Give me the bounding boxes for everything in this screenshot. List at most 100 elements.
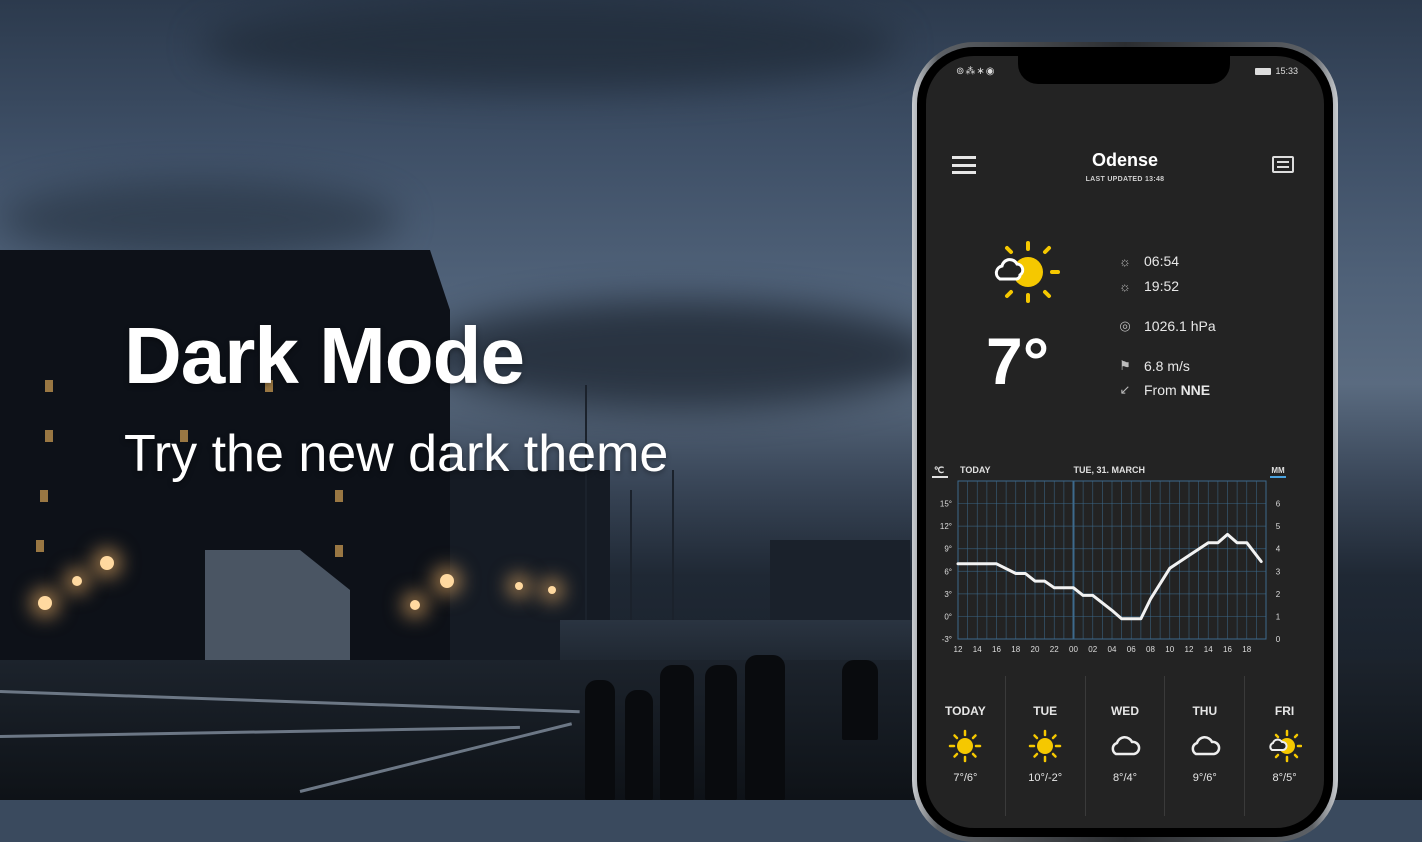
street-lamp <box>72 576 82 586</box>
pressure-value: 1026.1 hPa <box>1144 318 1216 334</box>
wind-direction-row: ↙ From NNE <box>1116 382 1211 398</box>
app-screen: ⊚⁂∗◉ 15:33 Odense LAST UPDATED 13:48 7° <box>926 56 1324 828</box>
street-lamp <box>100 556 114 570</box>
y-left-tick: 12° <box>940 522 952 531</box>
person-silhouette <box>842 660 878 740</box>
forecast-day-name: THU <box>1192 704 1218 718</box>
y-left-tick: -3° <box>942 635 952 644</box>
status-right: 15:33 <box>1255 66 1298 76</box>
sunset-icon: ☼ <box>1119 278 1131 294</box>
chart-label-today: TODAY <box>960 465 991 475</box>
forecast-day[interactable]: TODAY 7°/6° <box>926 676 1005 816</box>
partly-sunny-icon <box>994 241 1060 303</box>
temperature-unit-icon: ℃ <box>934 465 944 475</box>
lit-window <box>40 490 48 502</box>
city-title: Odense <box>1091 150 1159 170</box>
y-right-tick: 6 <box>1276 500 1281 509</box>
forecast-day[interactable]: TUE 10°/-2° <box>1004 676 1085 816</box>
forecast-temps: 9°/6° <box>1192 772 1217 784</box>
sunrise-row: ☼ 06:54 <box>1116 253 1179 269</box>
cloud-icon <box>1086 726 1165 766</box>
forecast-temps: 8°/4° <box>1112 772 1138 784</box>
y-right-tick: 2 <box>1276 590 1281 599</box>
lit-window <box>45 430 53 442</box>
wind-speed-row: ⚑ 6.8 m/s <box>1116 358 1190 374</box>
flag-icon: ⚑ <box>1119 358 1131 373</box>
wind-direction: NNE <box>1180 382 1211 398</box>
lit-window <box>335 545 343 557</box>
street-lamp <box>38 596 52 610</box>
status-time: 15:33 <box>1275 66 1298 76</box>
x-tick: 18 <box>1242 645 1251 654</box>
sun-icon <box>926 726 1005 766</box>
temperature-line <box>956 532 1263 621</box>
forecast-row: TODAY 7°/6° TUE 10°/-2° WED 8°/4° THU 9°/6°… <box>926 676 1324 816</box>
sunset-time: 19:52 <box>1144 278 1180 294</box>
x-tick: 06 <box>1127 645 1136 654</box>
y-right-tick: 1 <box>1276 612 1281 621</box>
x-tick: 08 <box>1146 645 1155 654</box>
person-silhouette <box>625 690 653 800</box>
boat-mast <box>630 490 632 620</box>
person-silhouette <box>660 665 694 800</box>
x-tick: 16 <box>992 645 1001 654</box>
x-tick: 14 <box>1204 645 1213 654</box>
y-right-tick: 4 <box>1276 545 1281 554</box>
forecast-day[interactable]: FRI 8°/5° <box>1244 676 1324 816</box>
forecast-day-name: FRI <box>1274 704 1295 718</box>
person-silhouette <box>705 665 737 800</box>
forecast-temps: 8°/5° <box>1272 772 1297 784</box>
x-tick: 12 <box>1185 645 1194 654</box>
x-tick: 02 <box>1088 645 1097 654</box>
pressure-icon: ◎ <box>1119 318 1131 333</box>
street-lamp <box>548 586 556 594</box>
cloud <box>0 180 400 260</box>
wind-from-label: From <box>1144 382 1181 398</box>
x-tick: 04 <box>1108 645 1117 654</box>
map-icon[interactable] <box>1272 156 1294 173</box>
temperature-chart: 15°12°9°6°3°0°-3°654321012 14 16 18 20 22 00 02… <box>932 465 1286 654</box>
sunrise-time: 06:54 <box>1144 253 1180 269</box>
sunset-row: ☼ 19:52 <box>1116 278 1179 294</box>
street-lamp <box>515 582 523 590</box>
x-tick: 18 <box>1011 645 1020 654</box>
y-right-tick: 5 <box>1276 522 1281 531</box>
sunrise-icon: ☼ <box>1119 253 1131 269</box>
x-tick: 22 <box>1050 645 1059 654</box>
pressure-row: ◎ 1026.1 hPa <box>1116 318 1216 334</box>
partly-sunny-icon <box>1245 726 1324 766</box>
cloud <box>200 0 900 90</box>
battery-icon <box>1255 67 1272 75</box>
phone-notch <box>1018 56 1230 84</box>
x-tick: 12 <box>954 645 963 654</box>
lit-window <box>45 380 53 392</box>
forecast-temps: 7°/6° <box>953 772 978 784</box>
x-tick: 00 <box>1069 645 1078 654</box>
phone-bezel: ⊚⁂∗◉ 15:33 Odense LAST UPDATED 13:48 7° <box>917 47 1333 837</box>
forecast-day[interactable]: THU 9°/6° <box>1164 676 1244 816</box>
cloud-icon <box>1165 726 1244 766</box>
boat-mast <box>585 385 587 625</box>
y-left-tick: 6° <box>944 567 952 576</box>
forecast-day-name: TODAY <box>945 704 986 718</box>
phone-frame: ⊚⁂∗◉ 15:33 Odense LAST UPDATED 13:48 7° <box>912 42 1338 842</box>
wind-speed: 6.8 m/s <box>1144 358 1190 374</box>
lit-window <box>335 490 343 502</box>
promo-subline: Try the new dark theme <box>124 425 669 483</box>
y-right-tick: 0 <box>1276 635 1281 644</box>
promo-headline: Dark Mode <box>124 311 525 400</box>
precip-unit-label: MM <box>1271 466 1285 475</box>
person-silhouette <box>585 680 615 800</box>
forecast-day-name: WED <box>1110 704 1139 718</box>
street-lamp <box>410 600 420 610</box>
y-left-tick: 3° <box>944 590 952 599</box>
last-updated: LAST UPDATED 13:48 <box>1085 176 1165 183</box>
forecast-day-name: TUE <box>1033 704 1058 718</box>
forecast-day[interactable]: WED 8°/4° <box>1084 676 1165 816</box>
chart-label-date: TUE, 31. MARCH <box>1074 465 1146 475</box>
lit-window <box>36 540 44 552</box>
x-tick: 16 <box>1223 645 1232 654</box>
forecast-temps: 10°/-2° <box>1028 772 1063 784</box>
street-lamp <box>440 574 454 588</box>
y-right-tick: 3 <box>1276 567 1281 576</box>
